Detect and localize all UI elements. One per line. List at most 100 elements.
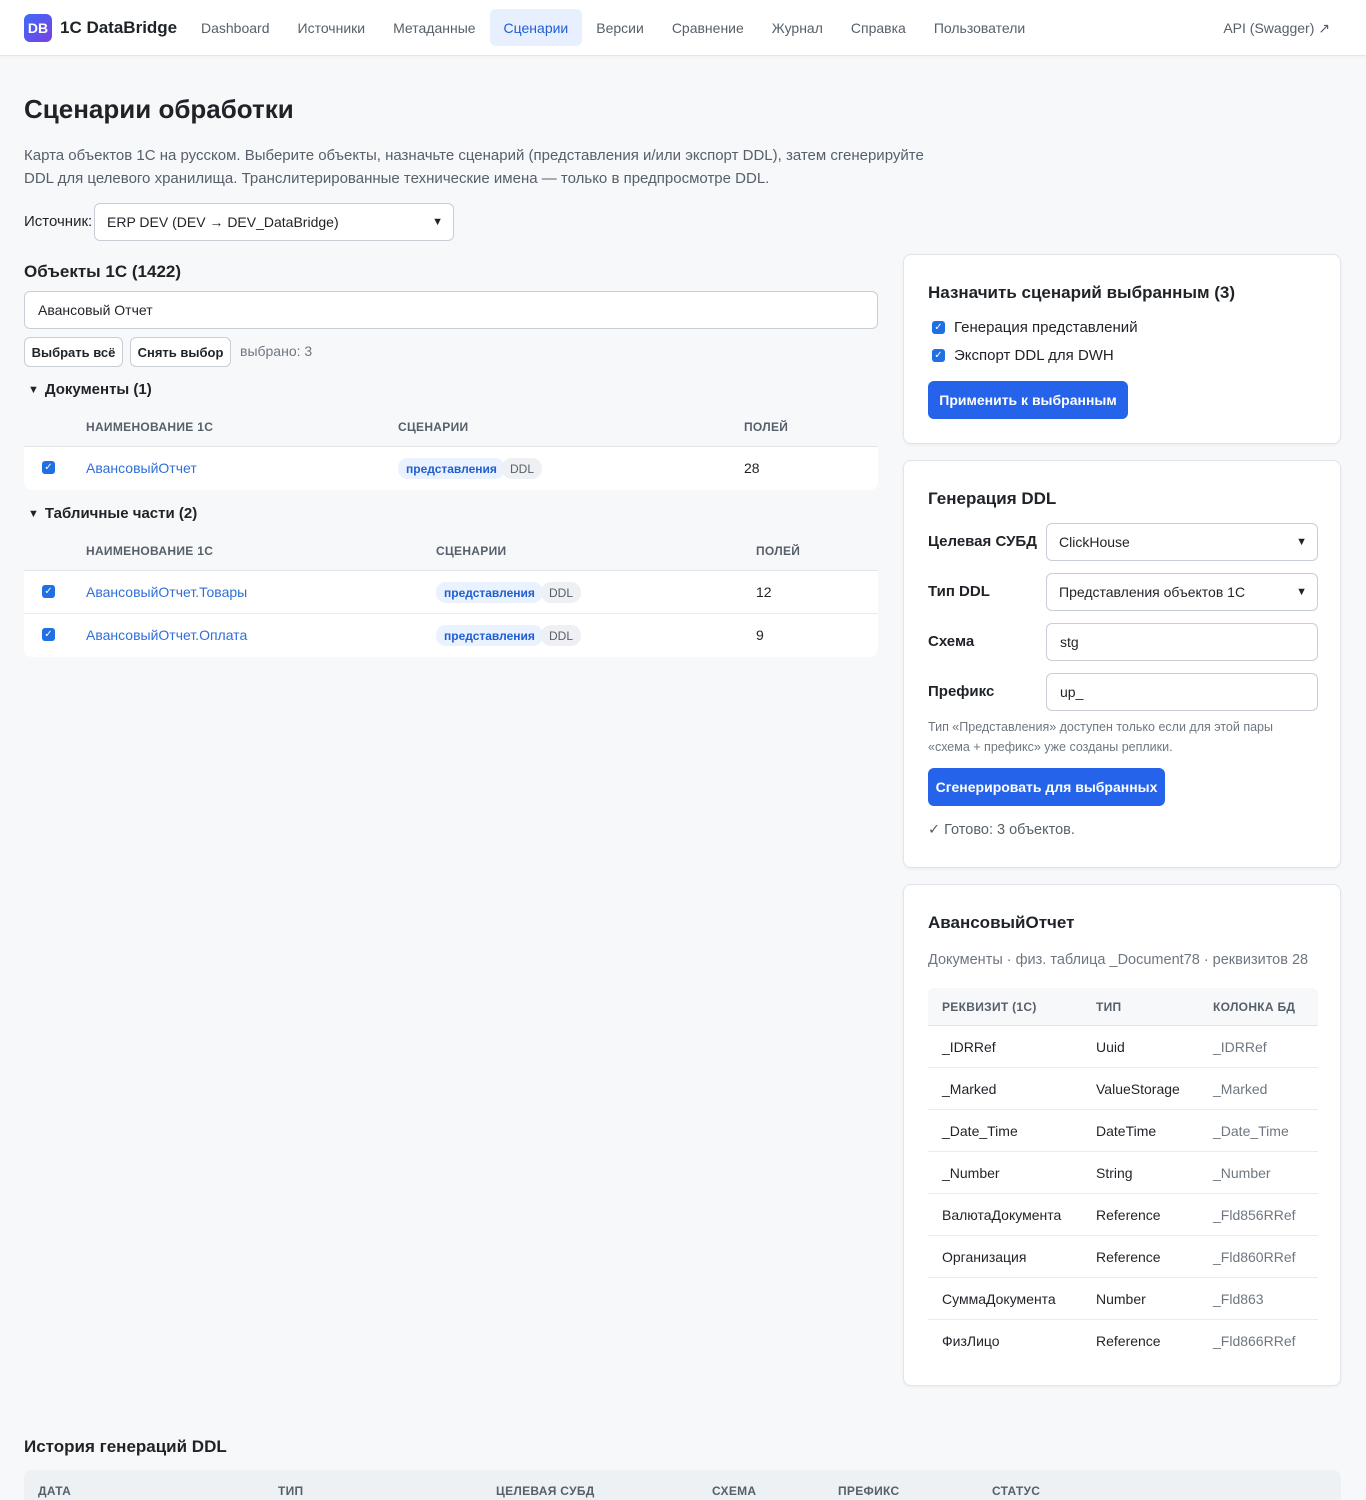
attr-db-column: _Number [1213, 1165, 1271, 1181]
chevron-down-icon: ▼ [432, 216, 443, 228]
group-tabular-title: Табличные части (2) [44, 505, 198, 522]
column-date-header: ДАТА [38, 1484, 72, 1498]
attr-type: ValueStorage [1096, 1081, 1180, 1097]
attr-name: _Number [942, 1165, 1000, 1181]
column-attr-header: РЕКВИЗИТ (1С) [942, 1000, 1037, 1014]
column-name-header: НАИМЕНОВАНИЕ 1С [86, 420, 214, 434]
api-swagger-link[interactable]: API (Swagger) ↗ [1223, 20, 1330, 37]
table-row[interactable]: ✓ АвансовыйОтчет представления DDL 28 [24, 447, 878, 490]
nav-item-dashboard[interactable]: Dashboard [187, 9, 284, 46]
attr-name: ВалютаДокумента [942, 1207, 1062, 1223]
column-db-header: КОЛОНКА БД [1213, 1000, 1296, 1014]
table-row[interactable]: ✓ АвансовыйОтчет.Оплата представления DD… [24, 614, 878, 657]
tag-views: представления [436, 582, 543, 603]
attr-name: Организация [942, 1249, 1027, 1265]
dbms-label: Целевая СУБД [928, 533, 1037, 550]
column-schema-header: СХЕМА [712, 1484, 757, 1498]
nav-item-journal[interactable]: Журнал [758, 9, 837, 46]
details-card-title: АвансовыйОтчет [928, 913, 1075, 932]
nav-item-scenarios[interactable]: Сценарии [489, 9, 583, 46]
column-type-header: ТИП [278, 1484, 304, 1498]
dbms-select-value: ClickHouse [1059, 534, 1130, 550]
objects-title: Объекты 1С (1422) [24, 262, 182, 281]
attr-type: Reference [1096, 1333, 1161, 1349]
row-checkbox[interactable]: ✓ [42, 585, 55, 598]
fields-count: 9 [756, 627, 764, 643]
attr-db-column: _Marked [1213, 1081, 1268, 1097]
column-name-header: НАИМЕНОВАНИЕ 1С [86, 544, 214, 558]
column-scenarios-header: СЦЕНАРИИ [398, 420, 469, 434]
table-row: ВалютаДокумента Reference _Fld856RRef [928, 1194, 1318, 1236]
nav-item-sources[interactable]: Источники [284, 9, 380, 46]
attr-db-column: _Fld866RRef [1213, 1333, 1296, 1349]
nav-item-help[interactable]: Справка [837, 9, 920, 46]
attr-db-column: _Fld863 [1213, 1291, 1264, 1307]
logo-icon[interactable]: DB [24, 14, 52, 42]
top-navbar: DB 1C DataBridge Dashboard Источники Мет… [0, 0, 1366, 56]
table-header: РЕКВИЗИТ (1С) ТИП КОЛОНКА БД [928, 988, 1318, 1026]
column-status-header: СТАТУС [992, 1484, 1041, 1498]
ddl-type-select[interactable]: Представления объектов 1С ▼ [1046, 573, 1318, 611]
page-title: Сценарии обработки [24, 94, 294, 124]
attr-type: Number [1096, 1291, 1146, 1307]
object-name-link[interactable]: АвансовыйОтчет.Оплата [86, 627, 247, 643]
nav-item-compare[interactable]: Сравнение [658, 9, 758, 46]
apply-to-selected-button[interactable]: Применить к выбранным [928, 381, 1128, 419]
attr-type: Reference [1096, 1249, 1161, 1265]
page-description: Карта объектов 1С на русском. Выберите о… [24, 147, 924, 187]
group-documents-toggle[interactable]: ▼ Документы (1) [28, 381, 152, 398]
attr-type: Uuid [1096, 1039, 1125, 1055]
dbms-select[interactable]: ClickHouse ▼ [1046, 523, 1318, 561]
attr-name: _Marked [942, 1081, 997, 1097]
clear-selection-button[interactable]: Снять выбор [130, 337, 231, 367]
column-prefix-header: ПРЕФИКС [838, 1484, 900, 1498]
prefix-input-value: up_ [1060, 684, 1084, 700]
details-info: Документы · физ. таблица _Document78 · р… [928, 952, 1309, 968]
table-header: НАИМЕНОВАНИЕ 1С СЦЕНАРИИ ПОЛЕЙ [24, 407, 878, 447]
object-name-link[interactable]: АвансовыйОтчет.Товары [86, 584, 247, 600]
tag-ddl: DDL [541, 625, 582, 646]
triangle-down-icon: ▼ [28, 384, 39, 396]
prefix-input[interactable]: up_ [1046, 673, 1318, 711]
object-details-card: АвансовыйОтчет Документы · физ. таблица … [903, 884, 1341, 1386]
ddl-type-label: Тип DDL [928, 583, 990, 600]
source-label: Источник: [24, 213, 93, 230]
nav-item-versions[interactable]: Версии [582, 9, 658, 46]
nav-item-metadata[interactable]: Метаданные [379, 9, 489, 46]
checkbox-checked-icon: ✓ [932, 349, 945, 362]
column-scenarios-header: СЦЕНАРИИ [436, 544, 507, 558]
triangle-down-icon: ▼ [28, 508, 39, 520]
fields-count: 28 [744, 460, 760, 476]
option-ddl-label: Экспорт DDL для DWH [954, 347, 1114, 364]
object-name-link[interactable]: АвансовыйОтчет [86, 460, 197, 476]
option-views-label: Генерация представлений [954, 319, 1138, 336]
attr-type: String [1096, 1165, 1133, 1181]
table-header: НАИМЕНОВАНИЕ 1С СЦЕНАРИИ ПОЛЕЙ [24, 531, 878, 571]
ddl-type-select-value: Представления объектов 1С [1059, 584, 1246, 600]
ddl-type-hint: Тип «Представления» доступен только если… [928, 720, 1273, 754]
option-ddl-checkbox[interactable]: ✓ Экспорт DDL для DWH [932, 347, 1114, 364]
nav-item-users[interactable]: Пользователи [920, 9, 1039, 46]
generate-for-selected-button[interactable]: Сгенерировать для выбранных [928, 768, 1165, 806]
ddl-generation-card: Генерация DDL Целевая СУБД ClickHouse ▼ … [903, 460, 1341, 868]
source-select[interactable]: ERP DEV (DEV → DEV_DataBridge) ▼ [94, 203, 454, 241]
group-tabular-toggle[interactable]: ▼ Табличные части (2) [28, 505, 197, 522]
select-all-button[interactable]: Выбрать всё [24, 337, 123, 367]
schema-input-value: stg [1060, 634, 1079, 650]
attr-name: _Date_Time [942, 1123, 1018, 1139]
tag-ddl: DDL [541, 582, 582, 603]
row-checkbox[interactable]: ✓ [42, 628, 55, 641]
selected-count: выбрано: 3 [240, 343, 313, 359]
table-row[interactable]: ✓ АвансовыйОтчет.Товары представления DD… [24, 571, 878, 614]
table-row: ФизЛицо Reference _Fld866RRef [928, 1320, 1318, 1362]
attr-db-column: _IDRRef [1213, 1039, 1267, 1055]
table-row: _IDRRef Uuid _IDRRef [928, 1026, 1318, 1068]
row-checkbox[interactable]: ✓ [42, 461, 55, 474]
tag-ddl: DDL [502, 458, 543, 479]
schema-input[interactable]: stg [1046, 623, 1318, 661]
brand-name[interactable]: 1C DataBridge [60, 18, 177, 38]
attr-db-column: _Date_Time [1213, 1123, 1289, 1139]
objects-search-input[interactable]: Авансовый Отчет [24, 291, 878, 329]
table-row: _Number String _Number [928, 1152, 1318, 1194]
option-views-checkbox[interactable]: ✓ Генерация представлений [932, 319, 1138, 336]
